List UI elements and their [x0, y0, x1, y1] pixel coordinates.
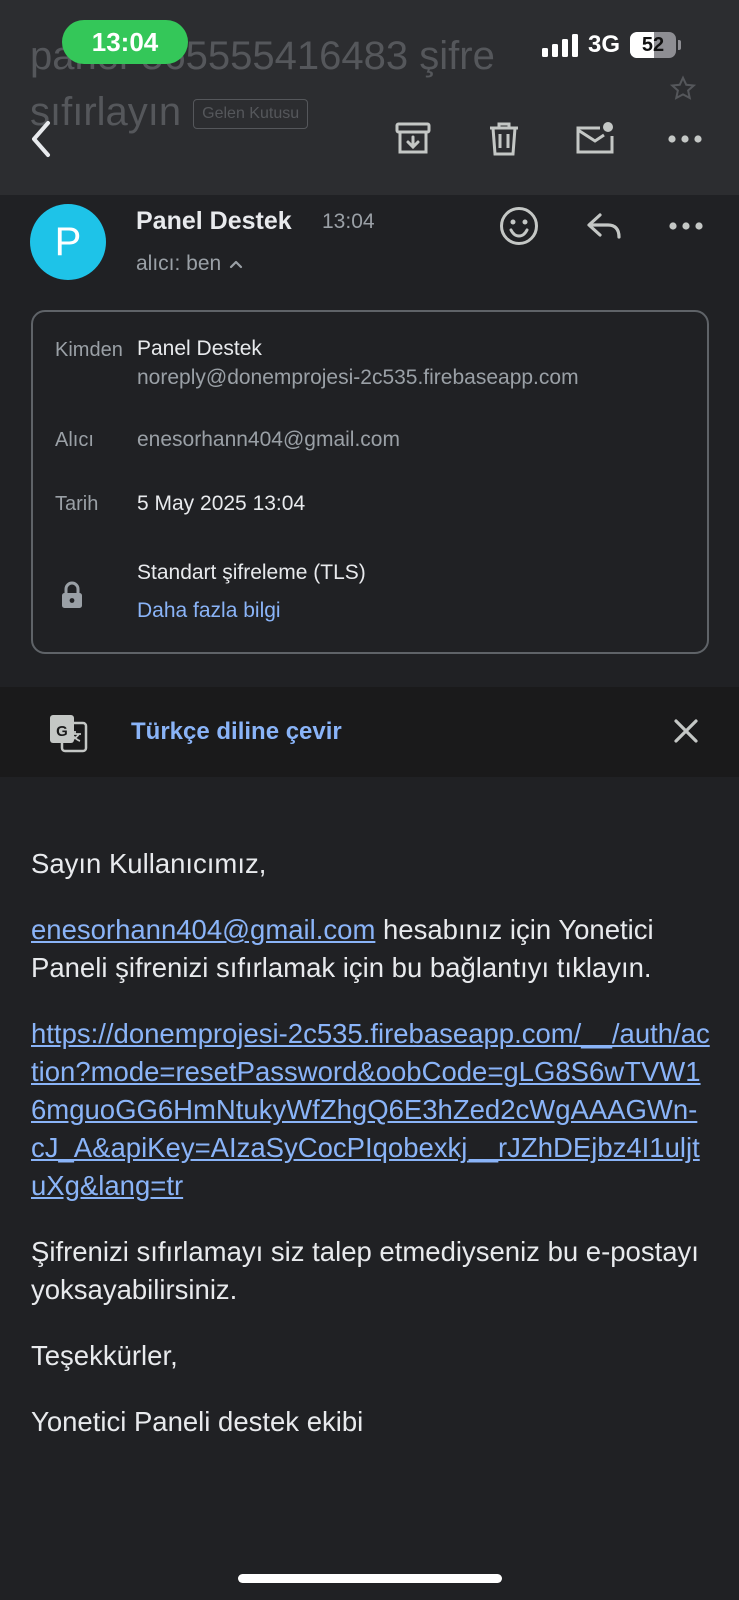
chevron-up-icon [230, 260, 243, 269]
archive-icon [395, 122, 431, 154]
recipient-toggle[interactable]: alıcı: ben [136, 250, 243, 278]
ignore-note: Şifrenizi sıfırlamayı siz talep etmediys… [31, 1236, 699, 1305]
message-more-button[interactable] [662, 202, 710, 250]
emoji-reaction-icon [500, 207, 538, 245]
more-options-button[interactable] [662, 116, 708, 162]
to-email[interactable]: enesorhann404@gmail.com [137, 425, 400, 454]
inbox-label-chip[interactable]: Gelen Kutusu [193, 99, 309, 130]
close-icon[interactable] [668, 713, 704, 749]
lock-icon [62, 581, 82, 608]
battery-nub [678, 40, 681, 50]
translate-bar: G Türkçe diline çevir [0, 687, 739, 777]
sender-name: Panel Destek [136, 207, 292, 235]
from-label: Kimden [55, 339, 123, 361]
avatar[interactable]: P [30, 204, 106, 280]
greeting: Sayın Kullanıcımız, [31, 848, 267, 879]
status-time: 13:04 [62, 20, 188, 64]
from-name: Panel Destek [137, 337, 262, 360]
translate-icon: G [50, 715, 88, 753]
battery-percent: 52 [641, 34, 665, 56]
email-body: Sayın Kullanıcımız, enesorhann404@gmail.… [31, 845, 711, 1469]
translate-button[interactable]: Türkçe diline çevir [131, 715, 342, 749]
recipient-summary: alıcı: ben [136, 252, 222, 275]
more-info-link[interactable]: Daha fazla bilgi [137, 596, 281, 625]
network-type: 3G [587, 31, 620, 58]
reply-icon [587, 213, 621, 239]
back-button[interactable] [18, 116, 64, 162]
message-details-card: Kimden Panel Destek noreply@donemprojesi… [31, 310, 709, 654]
email-view: panel-565555416483 şifre sıfırlayın Gelen… [0, 0, 739, 1600]
status-indicators: 3G 52 [541, 30, 681, 60]
more-horizontal-icon [668, 135, 702, 143]
encryption-info: Standart şifreleme (TLS) [137, 561, 366, 584]
svg-text:G: G [56, 723, 68, 740]
to-label: Alıcı [55, 429, 94, 451]
thanks: Teşekkürler, [31, 1340, 178, 1371]
signature: Yonetici Paneli destek ekibi [31, 1406, 364, 1437]
intro-paragraph: enesorhann404@gmail.com hesabınız için Y… [31, 911, 711, 987]
date-value: 5 May 2025 13:04 [137, 492, 306, 515]
signal-icon [541, 33, 578, 57]
sent-time: 13:04 [322, 210, 375, 233]
reset-password-link[interactable]: https://donemprojesi-2c535.firebaseapp.c… [31, 1015, 711, 1205]
mail-dot-icon [576, 122, 614, 154]
battery-icon: 52 [630, 32, 676, 58]
emoji-reaction-button[interactable] [495, 202, 543, 250]
account-email-link[interactable]: enesorhann404@gmail.com [31, 914, 375, 945]
more-horizontal-icon [669, 222, 703, 230]
from-email[interactable]: noreply@donemprojesi-2c535.firebaseapp.c… [137, 363, 579, 392]
archive-button[interactable] [390, 116, 436, 162]
reset-link-paragraph: https://donemprojesi-2c535.firebaseapp.c… [31, 1015, 711, 1205]
star-icon[interactable] [668, 74, 698, 104]
delete-button[interactable] [481, 116, 527, 162]
date-label: Tarih [55, 493, 99, 515]
arrow-left-icon [32, 121, 50, 157]
home-indicator[interactable] [238, 1574, 502, 1583]
trash-icon [490, 122, 518, 156]
mark-unread-button[interactable] [572, 116, 618, 162]
reply-button[interactable] [580, 202, 628, 250]
